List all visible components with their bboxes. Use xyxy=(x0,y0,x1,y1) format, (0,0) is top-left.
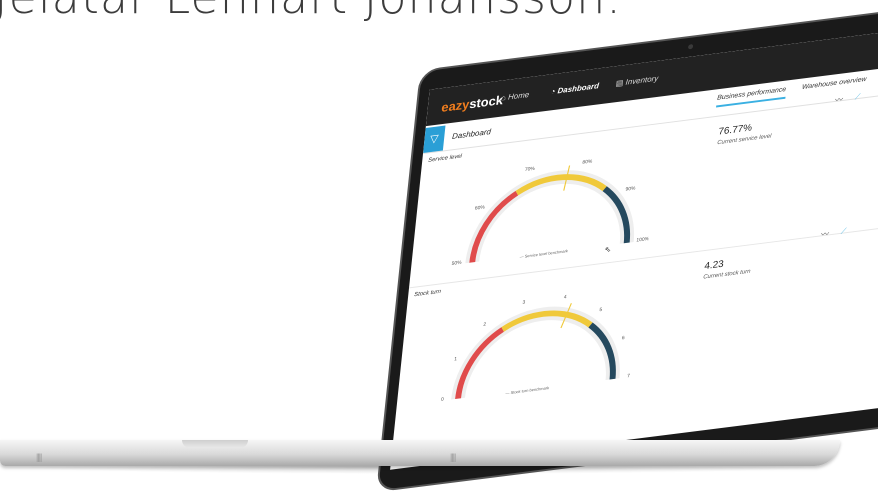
stock-gauge-tick-label: 3 xyxy=(522,299,526,305)
vent-right: |||| xyxy=(450,452,456,462)
stock-gauge-tick-label: 7 xyxy=(627,373,631,379)
laptop-opening-notch xyxy=(182,440,248,448)
stock-gauge-tick-label: 1 xyxy=(454,356,458,362)
top-right-controls: ☁ ? E xyxy=(870,36,878,62)
nav-dashboard[interactable]: ◔ Dashboard xyxy=(550,81,599,96)
laptop-base xyxy=(0,440,840,466)
stock-turn-value: 4.23 xyxy=(703,258,725,272)
gauge-view-icon[interactable]: ⟋ xyxy=(840,226,846,236)
nav-inventory[interactable]: ▤ Inventory xyxy=(615,74,658,88)
service-gauge-tick-label: 100% xyxy=(636,236,650,244)
gauge-view-icon[interactable]: ⟋ xyxy=(854,92,860,102)
caption-text: Jelatar Lennart Johansson. xyxy=(0,0,622,24)
stock-gauge-tick-label: 2 xyxy=(483,322,487,328)
stock-gauge-tick-label: 5 xyxy=(599,307,603,313)
nav-dashboard-label: Dashboard xyxy=(557,81,600,96)
service-gauge-tick-label: 90% xyxy=(625,185,636,192)
logo-text-eazy: eazy xyxy=(440,96,471,115)
service-gauge-tick-label: 60% xyxy=(475,204,486,211)
stock-gauge-tick-label: 6 xyxy=(622,335,626,341)
stock-turn-title: Stock turn xyxy=(413,289,442,299)
service-level-value: 76.77% xyxy=(717,122,753,138)
mouse-cursor-icon: ⇖ xyxy=(604,244,612,255)
service-gauge-tick-label: 70% xyxy=(525,166,536,173)
line-chart-icon[interactable]: 〰 xyxy=(820,229,830,241)
nav-home-label: Home xyxy=(507,90,530,102)
stock-gauge-tick-label: 4 xyxy=(564,294,568,300)
service-level-title: Service level xyxy=(427,153,463,164)
page-title: Dashboard xyxy=(451,127,492,141)
nav-inventory-label: Inventory xyxy=(625,73,659,87)
stock-gauge-tick-label: 0 xyxy=(441,397,445,403)
filter-icon[interactable]: ▽ xyxy=(423,125,446,153)
app-screen: eazystock ⌂ Home ◔ Dashboard ▤ Inventory… xyxy=(390,23,878,470)
service-level-gauge: 50% 60% 70% 80% 90% 100% xyxy=(451,159,650,267)
stock-gauge-track xyxy=(451,306,620,400)
service-gauge-tick-label: 80% xyxy=(582,159,593,166)
app-logo[interactable]: eazystock xyxy=(441,93,504,115)
service-gauge-tick-label: 50% xyxy=(451,260,462,267)
logo-text-stock: stock xyxy=(468,92,504,112)
laptop-lid: eazystock ⌂ Home ◔ Dashboard ▤ Inventory… xyxy=(376,1,878,492)
vent-left: |||| xyxy=(36,452,42,462)
stock-turn-gauge: 0 1 2 3 4 5 6 7 xyxy=(441,294,631,403)
nav-home[interactable]: ⌂ Home xyxy=(501,90,530,102)
line-chart-icon[interactable]: 〰 xyxy=(834,94,844,106)
